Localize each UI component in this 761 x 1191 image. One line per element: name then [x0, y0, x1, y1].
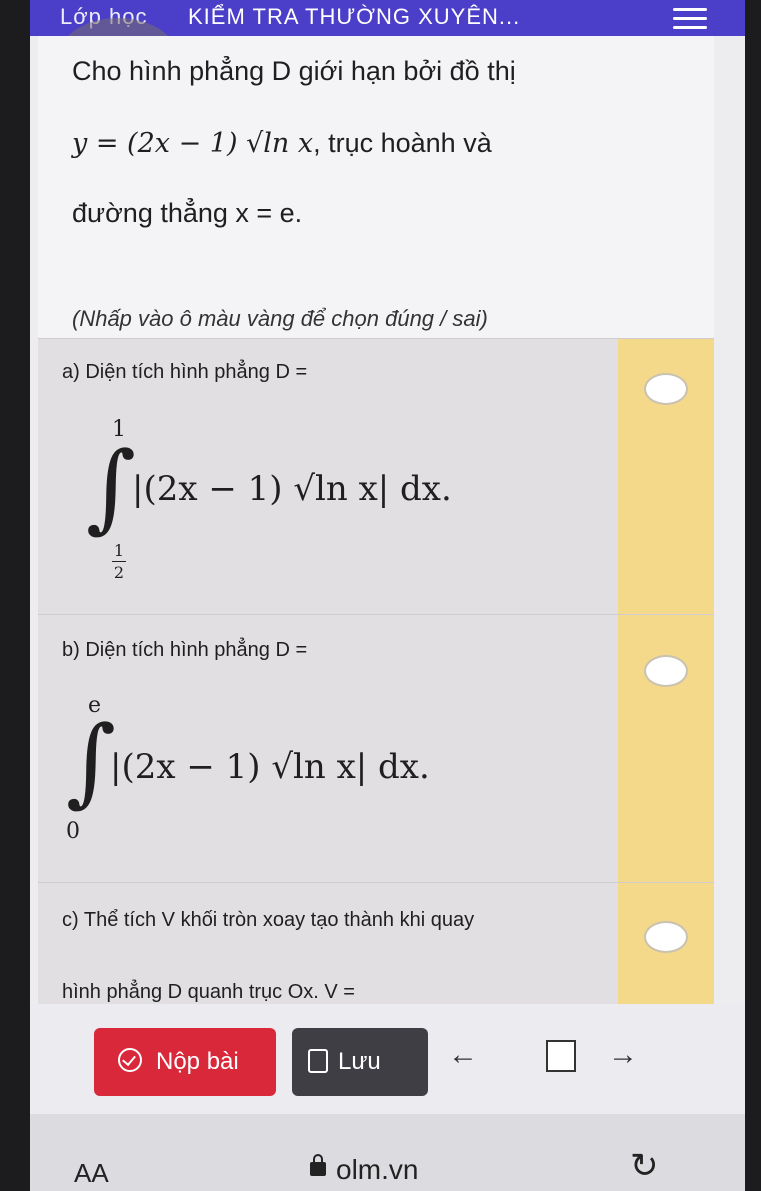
lock-icon: [310, 1154, 326, 1176]
option-c-radio[interactable]: [644, 921, 688, 953]
page-title: KIỂM TRA THƯỜNG XUYÊN...: [188, 4, 521, 29]
submit-button[interactable]: Nộp bài: [94, 1028, 276, 1096]
option-a-choice[interactable]: [618, 339, 714, 615]
option-c: c) Thể tích V khối tròn xoay tạo thành k…: [38, 882, 714, 1004]
arrow-left-icon[interactable]: ←: [448, 1038, 478, 1072]
option-a-radio[interactable]: [644, 373, 688, 405]
question-line-2: y = (2x − 1) √ln x, trục hoành và: [72, 128, 492, 159]
integral-sign: ∫: [66, 705, 117, 817]
function-formula: y = (2x − 1) √ln x: [72, 128, 314, 159]
integrand: |(2x − 1) √ln x| dx.: [132, 469, 452, 509]
option-c-label: c) Thể tích V khối tròn xoay tạo thành k…: [62, 909, 475, 931]
question-box-icon[interactable]: [546, 1040, 576, 1072]
option-c-choice[interactable]: [618, 883, 714, 1004]
option-b-choice[interactable]: [618, 615, 714, 883]
phone-screen: Lớp học KIỂM TRA THƯỜNG XUYÊN... Cho hìn…: [30, 0, 745, 1191]
question-panel: Cho hình phẳng D giới hạn bởi đồ thị y =…: [38, 36, 714, 1004]
lower-limit: 1 2: [112, 541, 126, 582]
instruction-hint: (Nhấp vào ô màu vàng để chọn đúng / sai): [72, 306, 488, 331]
option-a: a) Diện tích hình phẳng D = 1 ∫ 1 2 |(2x…: [38, 338, 714, 615]
question-line-1: Cho hình phẳng D giới hạn bởi đồ thị: [72, 56, 516, 86]
save-button-label: Lưu: [338, 1048, 381, 1075]
check-circle-icon: [118, 1048, 142, 1072]
lower-limit: 0: [66, 819, 80, 844]
lower-limit-denominator: 2: [113, 563, 125, 582]
question-line-3: đường thẳng x = e.: [72, 198, 303, 228]
integrand: |(2x − 1) √ln x| dx.: [110, 747, 430, 787]
text-size-button[interactable]: AA: [74, 1158, 109, 1189]
option-b-label: b) Diện tích hình phẳng D =: [62, 639, 308, 661]
action-bar: Nộp bài Lưu ← →: [30, 1004, 745, 1114]
integral-sign: ∫: [86, 431, 137, 543]
save-icon: [308, 1049, 328, 1073]
arrow-right-icon[interactable]: →: [608, 1038, 638, 1072]
option-a-label: a) Diện tích hình phẳng D =: [62, 361, 308, 383]
submit-button-label: Nộp bài: [156, 1048, 239, 1075]
menu-icon[interactable]: [673, 8, 707, 29]
reload-icon[interactable]: ↻: [630, 1146, 659, 1186]
option-c-label-2: hình phẳng D quanh trục Ox. V =: [62, 981, 355, 1003]
option-b: b) Diện tích hình phẳng D = e ∫ 0 |(2x −…: [38, 614, 714, 883]
save-button[interactable]: Lưu: [292, 1028, 428, 1096]
question-line-2-text: , trục hoành và: [313, 128, 492, 158]
url-text[interactable]: olm.vn: [336, 1154, 418, 1186]
lower-limit-numerator: 1: [113, 541, 125, 560]
browser-address-bar: AA olm.vn ↻: [30, 1114, 745, 1191]
option-b-radio[interactable]: [644, 655, 688, 687]
